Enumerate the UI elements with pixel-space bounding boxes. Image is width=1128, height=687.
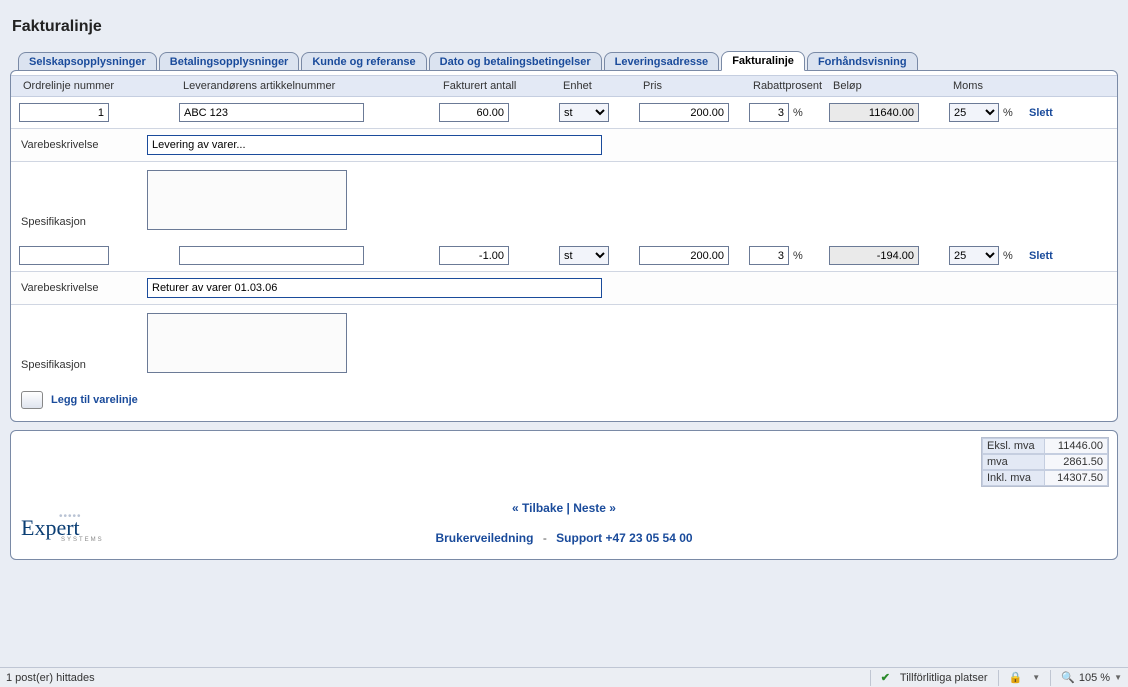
zoom-control[interactable]: 🔍 105 % ▼ — [1061, 671, 1122, 684]
add-line-link[interactable]: Legg til varelinje — [51, 394, 138, 406]
logo-dots-icon: ••••• — [59, 511, 82, 522]
support-link[interactable]: Support +47 23 05 54 00 — [556, 531, 692, 545]
back-link[interactable]: « Tilbake — [512, 501, 563, 515]
qty-input[interactable] — [439, 246, 509, 265]
percent-label: % — [1003, 250, 1013, 262]
tab-forhandsvisning[interactable]: Forhåndsvisning — [807, 52, 918, 71]
discount-input[interactable] — [749, 103, 789, 122]
description-row: Varebeskrivelse — [11, 128, 1117, 162]
vat-select[interactable]: 25 — [949, 246, 999, 265]
col-discount: Rabattprosent — [749, 78, 829, 94]
artno-input[interactable] — [179, 246, 364, 265]
specification-row: Spesifikasjon — [11, 305, 1117, 383]
orderline-input[interactable] — [19, 246, 109, 265]
discount-input[interactable] — [749, 246, 789, 265]
col-orderline: Ordrelinje nummer — [19, 78, 179, 94]
footer-panel: Eksl. mva 11446.00 mva 2861.50 Inkl. mva… — [10, 430, 1118, 560]
invoice-line: st % 25% Slett — [11, 240, 1117, 271]
tab-dato-og-betalingsbetingelser[interactable]: Dato og betalingsbetingelser — [429, 52, 602, 71]
status-left: 1 post(er) hittades — [6, 672, 95, 684]
specification-label: Spesifikasjon — [21, 359, 141, 371]
amount-output — [829, 246, 919, 265]
magnifier-icon: 🔍 — [1061, 671, 1075, 684]
total-inc-label: Inkl. mva — [982, 470, 1044, 486]
totals-table: Eksl. mva 11446.00 mva 2861.50 Inkl. mva… — [981, 437, 1109, 487]
artno-input[interactable] — [179, 103, 364, 122]
column-headers: Ordrelinje nummer Leverandørens artikkel… — [11, 75, 1117, 97]
description-label: Varebeskrivelse — [21, 282, 141, 294]
description-label: Varebeskrivelse — [21, 139, 141, 151]
next-link[interactable]: Neste » — [573, 501, 616, 515]
footer-dash: - — [537, 531, 553, 545]
total-vat-value: 2861.50 — [1044, 454, 1108, 470]
tab-selskapsopplysninger[interactable]: Selskapsopplysninger — [18, 52, 157, 71]
col-artno: Leverandørens artikkelnummer — [179, 78, 439, 94]
specification-row: Spesifikasjon — [11, 162, 1117, 240]
footer-nav: « Tilbake | Neste » — [11, 501, 1117, 515]
delete-line-link[interactable]: Slett — [1029, 107, 1109, 119]
tab-betalingsopplysninger[interactable]: Betalingsopplysninger — [159, 52, 300, 71]
page-title: Fakturalinje — [0, 0, 1128, 50]
total-inc-value: 14307.50 — [1044, 470, 1108, 486]
add-line-icon[interactable] — [21, 391, 43, 409]
invoice-line: st % 25% Slett — [11, 97, 1117, 128]
vat-select[interactable]: 25 — [949, 103, 999, 122]
add-line-row: Legg til varelinje — [11, 383, 1117, 421]
price-input[interactable] — [639, 246, 729, 265]
tab-leveringsadresse[interactable]: Leveringsadresse — [604, 52, 720, 71]
qty-input[interactable] — [439, 103, 509, 122]
chevron-down-icon[interactable]: ▼ — [1114, 673, 1122, 682]
lock-icon: 🔒 — [1009, 671, 1023, 684]
col-vat: Moms — [949, 78, 1029, 94]
percent-label: % — [1003, 107, 1013, 119]
col-price: Pris — [639, 78, 749, 94]
lines-panel: Ordrelinje nummer Leverandørens artikkel… — [10, 70, 1118, 422]
unit-select[interactable]: st — [559, 246, 609, 265]
delete-line-link[interactable]: Slett — [1029, 250, 1109, 262]
tab-fakturalinje[interactable]: Fakturalinje — [721, 51, 805, 71]
chevron-down-icon[interactable]: ▼ — [1032, 673, 1040, 682]
statusbar: 1 post(er) hittades ✔ Tillförlitliga pla… — [0, 667, 1128, 687]
price-input[interactable] — [639, 103, 729, 122]
logo-sub: SYSTEMS — [61, 537, 161, 543]
guide-link[interactable]: Brukerveiledning — [435, 531, 533, 545]
footer-links: Brukerveiledning - Support +47 23 05 54 … — [11, 531, 1117, 545]
percent-label: % — [793, 107, 803, 119]
zoom-value: 105 % — [1079, 672, 1110, 684]
total-ex-label: Eksl. mva — [982, 438, 1044, 454]
unit-select[interactable]: st — [559, 103, 609, 122]
status-trusted: Tillförlitliga platser — [900, 672, 988, 684]
description-row: Varebeskrivelse — [11, 271, 1117, 305]
col-qty: Fakturert antall — [439, 78, 559, 94]
tabs: Selskapsopplysninger Betalingsopplysning… — [0, 50, 1128, 70]
percent-label: % — [793, 250, 803, 262]
logo: ••••• Expert SYSTEMS — [21, 515, 121, 553]
col-amount: Beløp — [829, 78, 949, 94]
specification-label: Spesifikasjon — [21, 216, 141, 228]
specification-input[interactable] — [147, 170, 347, 230]
orderline-input[interactable] — [19, 103, 109, 122]
description-input[interactable] — [147, 278, 602, 298]
tab-kunde-og-referanse[interactable]: Kunde og referanse — [301, 52, 426, 71]
total-vat-label: mva — [982, 454, 1044, 470]
col-unit: Enhet — [559, 78, 639, 94]
check-icon: ✔ — [881, 671, 890, 684]
specification-input[interactable] — [147, 313, 347, 373]
total-ex-value: 11446.00 — [1044, 438, 1108, 454]
amount-output — [829, 103, 919, 122]
description-input[interactable] — [147, 135, 602, 155]
